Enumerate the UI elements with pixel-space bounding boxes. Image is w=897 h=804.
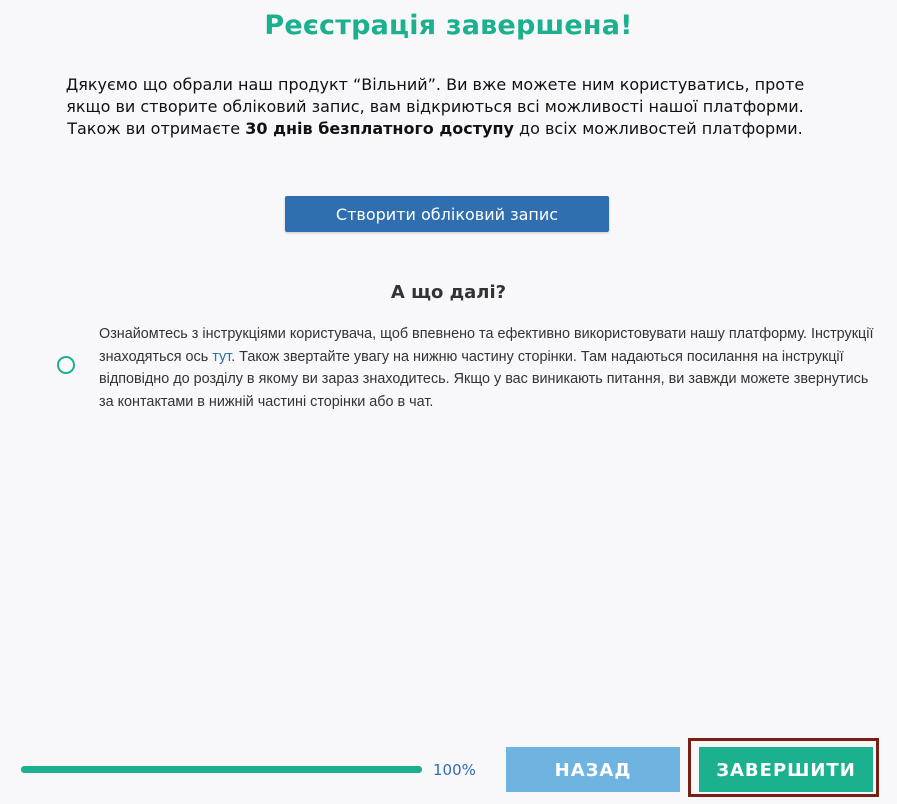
step-circle-icon	[57, 356, 75, 374]
create-account-button[interactable]: Створити обліковий запис	[285, 196, 609, 232]
finish-button[interactable]: ЗАВЕРШИТИ	[699, 747, 873, 792]
intro-trial-highlight: 30 днів безплатного доступу	[245, 119, 514, 138]
intro-text: Дякуємо що обрали наш продукт “Вільний”.…	[60, 74, 810, 140]
progress-percent: 100%	[433, 761, 476, 779]
instructions-paragraph: Ознайомтесь з інструкціями користувача, …	[99, 323, 874, 413]
progress-bar-fill	[21, 766, 422, 773]
back-button[interactable]: НАЗАД	[506, 747, 680, 792]
whats-next-heading: А що далі?	[390, 282, 507, 303]
progress-bar	[21, 766, 422, 773]
intro-text-end: до всіх можливостей платформи.	[513, 119, 803, 138]
page-title: Реєстрація завершена!	[264, 10, 633, 41]
instructions-link[interactable]: тут	[212, 349, 231, 365]
